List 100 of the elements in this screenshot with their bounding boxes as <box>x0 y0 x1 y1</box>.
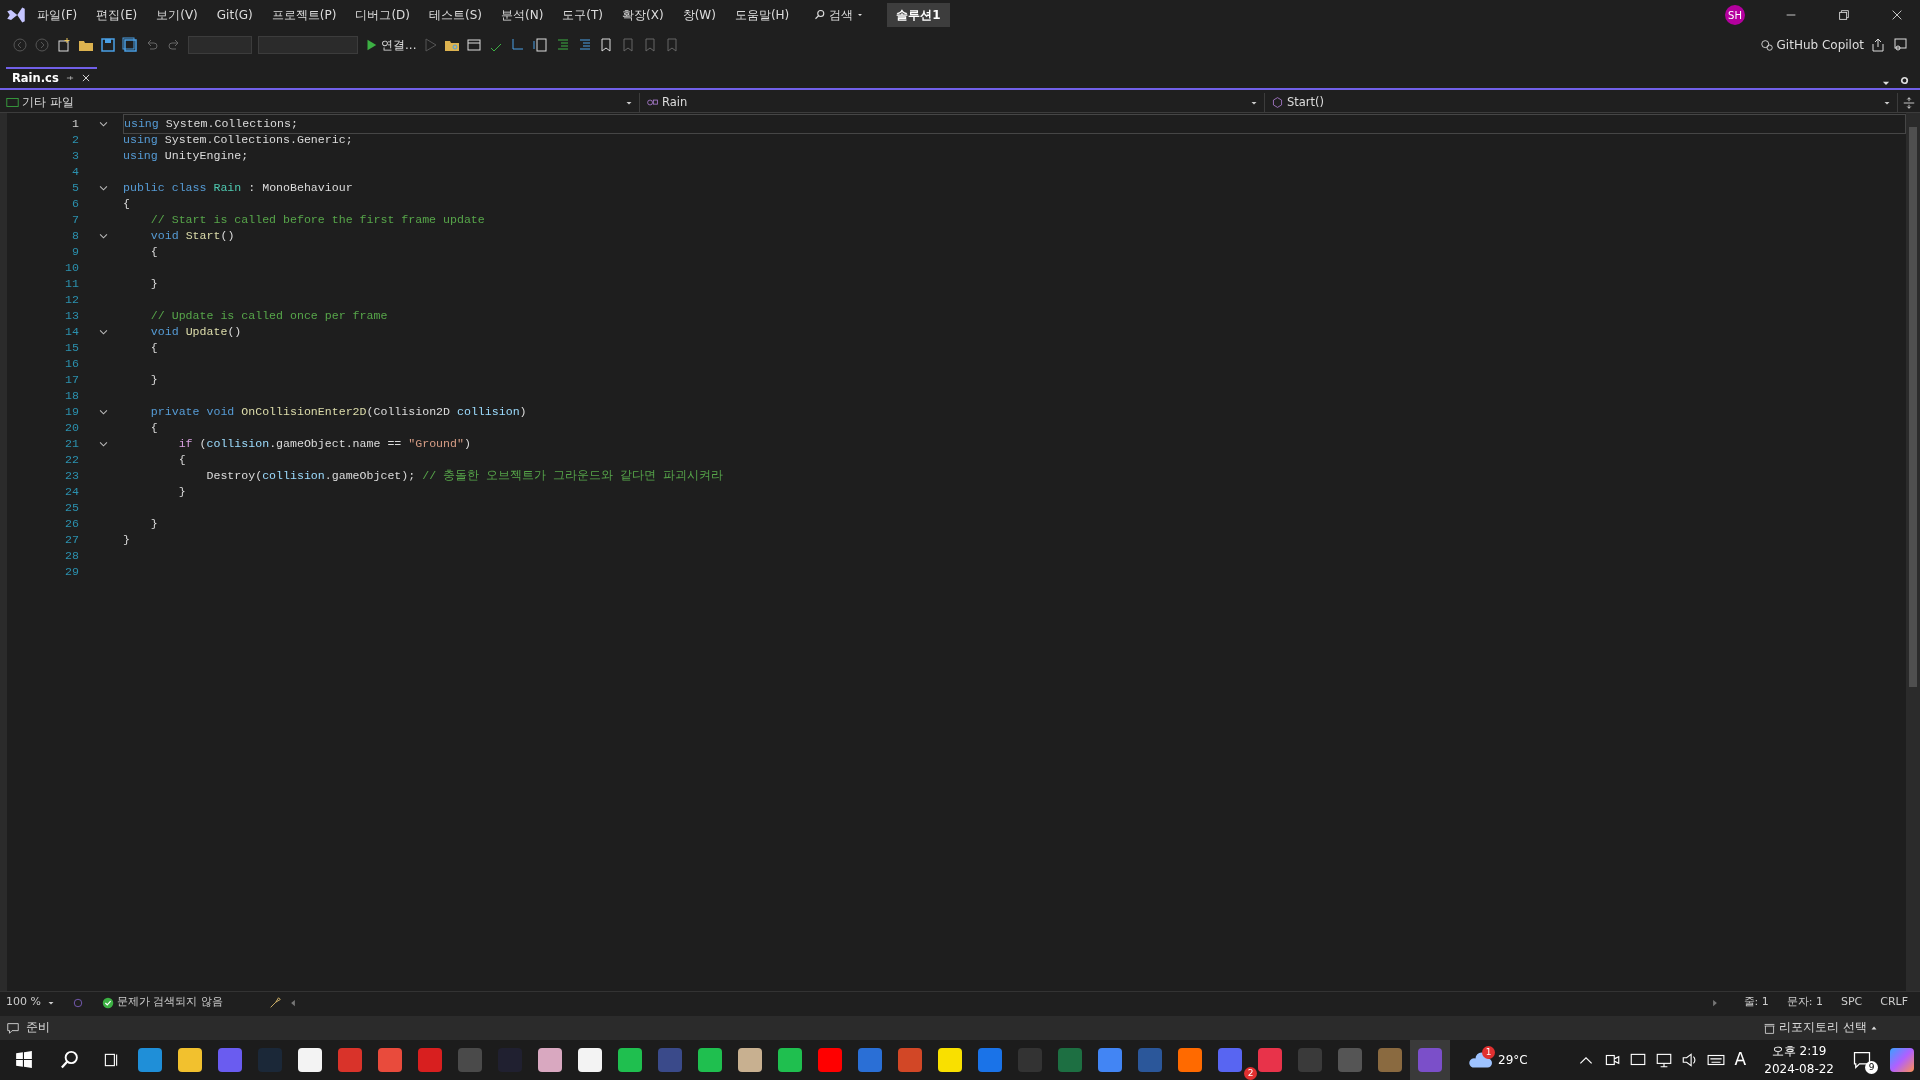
code-line: } <box>177 484 186 501</box>
menu-item[interactable]: 도구(T) <box>554 2 612 28</box>
menu-item[interactable]: 디버그(D) <box>347 2 418 28</box>
copilot-button[interactable]: GitHub Copilot <box>1759 36 1864 54</box>
notification-count: 9 <box>1865 1061 1878 1074</box>
app-icon[interactable] <box>738 1048 762 1072</box>
app-icon[interactable] <box>1218 1048 1242 1072</box>
app-icon[interactable] <box>818 1048 842 1072</box>
task-view-icon[interactable] <box>102 1051 120 1069</box>
line-number: 5 <box>71 180 80 197</box>
new-project-icon[interactable] <box>56 37 72 53</box>
save-icon[interactable] <box>100 37 116 53</box>
windows-start-icon[interactable] <box>15 1051 33 1069</box>
split-icon[interactable] <box>1902 96 1916 110</box>
forward-icon[interactable] <box>34 37 50 53</box>
app-icon[interactable] <box>1418 1048 1442 1072</box>
app-icon[interactable] <box>338 1048 362 1072</box>
app-icon[interactable] <box>378 1048 402 1072</box>
app-icon[interactable] <box>858 1048 882 1072</box>
close-icon[interactable] <box>80 73 91 84</box>
menu-item[interactable]: 창(W) <box>674 2 724 28</box>
feedback-icon[interactable] <box>1892 37 1908 53</box>
app-icon[interactable] <box>618 1048 642 1072</box>
project-dropdown[interactable]: 기타 파일 <box>0 93 640 112</box>
search-icon[interactable] <box>60 1050 80 1070</box>
column-indicator[interactable]: 문자: 1 <box>1786 994 1823 1011</box>
app-icon[interactable] <box>978 1048 1002 1072</box>
line-number: 22 <box>64 452 80 469</box>
line-indicator[interactable]: 줄: 1 <box>1743 994 1769 1011</box>
member-dropdown[interactable]: Start() <box>1265 93 1898 112</box>
issues-status[interactable]: 문제가 검색되지 않음 <box>117 994 223 1011</box>
window-icon[interactable] <box>466 37 483 53</box>
menu-item[interactable]: 테스트(S) <box>421 2 490 28</box>
input-method-indicator[interactable]: A <box>1734 1047 1747 1073</box>
app-icon[interactable] <box>1258 1048 1282 1072</box>
app-icon[interactable] <box>178 1048 202 1072</box>
panel-icon[interactable] <box>532 37 549 53</box>
app-icon[interactable] <box>698 1048 722 1072</box>
app-icon[interactable] <box>1098 1048 1122 1072</box>
type-dropdown[interactable]: Rain <box>640 93 1265 112</box>
app-icon[interactable] <box>778 1048 802 1072</box>
app-icon[interactable] <box>1138 1048 1162 1072</box>
line-number: 17 <box>64 372 80 389</box>
platform-dropdown[interactable] <box>258 36 358 54</box>
menu-item[interactable]: 확장(X) <box>614 2 672 28</box>
search-button[interactable]: 검색 <box>806 2 873 28</box>
app-icon[interactable] <box>218 1048 242 1072</box>
close-icon[interactable] <box>1890 8 1904 22</box>
menu-item[interactable]: 분석(N) <box>493 2 552 28</box>
repository-button[interactable]: 리포지토리 선택 <box>1763 1019 1878 1037</box>
copilot-icon <box>1759 38 1774 52</box>
restore-icon[interactable] <box>1837 8 1851 22</box>
app-icon[interactable] <box>898 1048 922 1072</box>
comment-icon[interactable] <box>6 1021 20 1035</box>
notification-icon[interactable] <box>1852 1050 1872 1070</box>
save-all-icon[interactable] <box>122 37 138 53</box>
zoom-dropdown[interactable]: 100 % <box>6 994 66 1011</box>
notification-badge: 2 <box>1244 1067 1257 1080</box>
code-line: using System.Collections.Generic; <box>123 132 353 149</box>
app-icon[interactable] <box>938 1048 962 1072</box>
app-icon[interactable] <box>1058 1048 1082 1072</box>
run-button[interactable]: 연결... <box>364 36 417 54</box>
configuration-dropdown[interactable] <box>188 36 252 54</box>
line-number: 1 <box>71 116 80 133</box>
share-icon[interactable] <box>1870 37 1886 53</box>
app-icon[interactable] <box>418 1048 442 1072</box>
search-icon <box>814 9 827 21</box>
app-icon[interactable] <box>1338 1048 1362 1072</box>
caret-up-icon <box>1870 1024 1878 1032</box>
menu-item[interactable]: 프로젝트(P) <box>263 2 345 28</box>
code-line: { <box>149 244 158 261</box>
app-icon[interactable] <box>298 1048 322 1072</box>
line-number: 24 <box>64 484 80 501</box>
clock-date[interactable]: 2024-08-22 <box>1764 1060 1834 1078</box>
app-icon[interactable] <box>458 1048 482 1072</box>
code-line: // Start is called before the first frame update <box>149 212 485 229</box>
clock-time[interactable]: 오후 2:19 <box>1771 1042 1827 1060</box>
menu-item[interactable]: 도움말(H) <box>726 2 798 28</box>
app-icon[interactable] <box>138 1048 162 1072</box>
app-icon[interactable] <box>538 1048 562 1072</box>
app-icon[interactable] <box>578 1048 602 1072</box>
play-outline-icon[interactable] <box>422 37 439 53</box>
code-line: using UnityEngine; <box>123 148 249 165</box>
line-number: 28 <box>64 548 80 565</box>
temperature[interactable]: 29°C <box>1498 1051 1528 1069</box>
menu-item[interactable]: Git(G) <box>208 2 261 28</box>
app-icon[interactable] <box>1378 1048 1402 1072</box>
app-icon[interactable] <box>1178 1048 1202 1072</box>
back-icon[interactable] <box>12 37 28 53</box>
menu-item[interactable]: 편집(E) <box>88 2 146 28</box>
menu-item[interactable]: 보기(V) <box>148 2 206 28</box>
copilot-app-icon[interactable] <box>1890 1048 1914 1072</box>
line-number: 20 <box>64 420 80 437</box>
avatar[interactable]: SH <box>1725 5 1745 25</box>
spacing-indicator[interactable]: SPC <box>1840 994 1863 1011</box>
line-ending-indicator[interactable]: CRLF <box>1880 994 1908 1011</box>
scrollbar[interactable] <box>1906 113 1920 991</box>
menu-item[interactable]: 파일(F) <box>29 2 86 28</box>
brush-icon[interactable] <box>268 995 282 1010</box>
app-icon[interactable] <box>658 1048 682 1072</box>
